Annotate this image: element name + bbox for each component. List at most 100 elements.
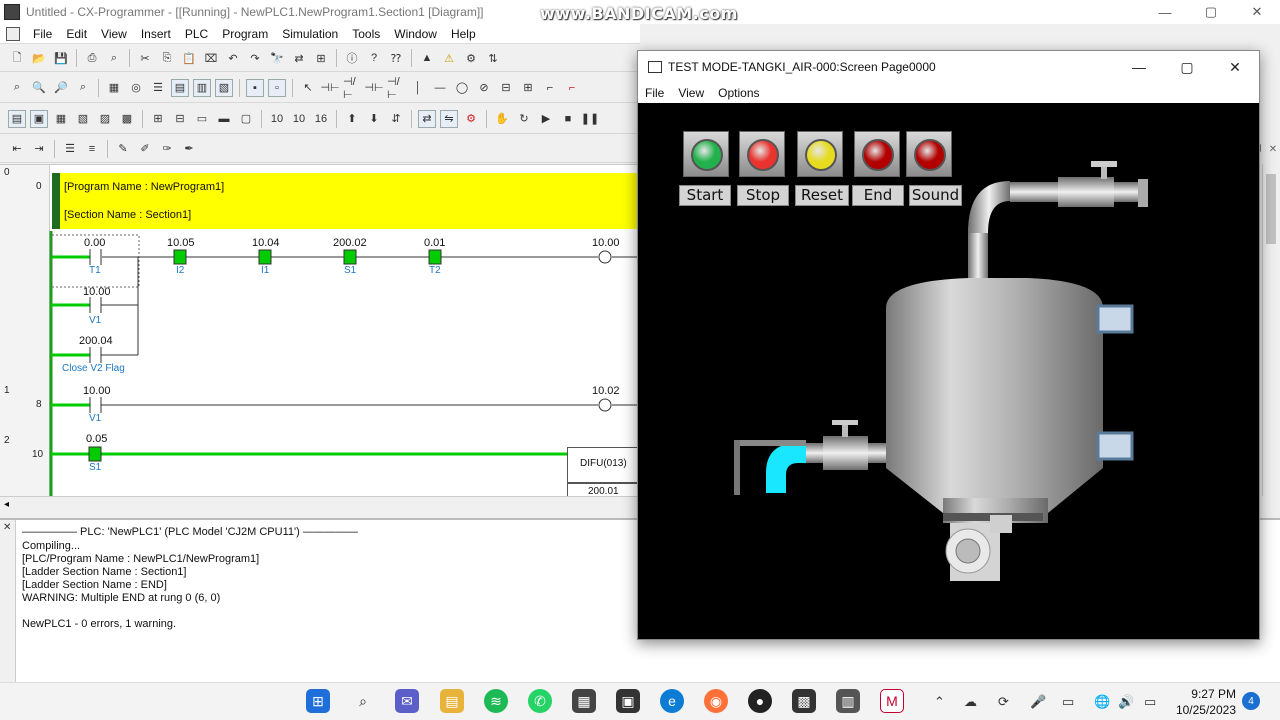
mdi-close-icon[interactable]: ✕ (1266, 142, 1280, 156)
contact-ornc-icon[interactable]: ⊣/⊢ (387, 76, 405, 101)
close-button[interactable]: ✕ (1234, 0, 1280, 24)
context-help-icon[interactable]: ⁇ (387, 49, 405, 67)
cross-reference-icon[interactable]: ⊞ (312, 49, 330, 67)
file-explorer-icon[interactable]: ▤ (440, 689, 464, 713)
ct-icon[interactable]: ▫ (268, 78, 286, 97)
select-pointer-icon[interactable]: ↖ (299, 79, 317, 97)
windows-start-icon[interactable]: ⊞ (306, 689, 330, 713)
info-icon[interactable]: ⓘ (343, 49, 361, 67)
menu-help[interactable]: Help (444, 27, 483, 41)
symbol-table-icon[interactable]: ▩ (118, 110, 136, 128)
instruction2-icon[interactable]: ⊞ (519, 79, 537, 97)
menu-plc[interactable]: PLC (178, 27, 215, 41)
indent-icon[interactable]: ⇤ (8, 140, 26, 158)
help-icon[interactable]: ? (365, 49, 383, 67)
cx-one-icon[interactable]: ▥ (836, 689, 860, 713)
firefox-icon[interactable]: ◉ (704, 689, 728, 713)
spotify-icon[interactable]: ≋ (484, 689, 508, 713)
project-workspace-icon[interactable]: ▤ (8, 109, 26, 128)
hmi-menu-options[interactable]: Options (711, 86, 766, 100)
vertical-scrollbar[interactable] (1262, 164, 1280, 496)
zoom-in-icon[interactable]: 🔍 (30, 79, 48, 97)
align-icon[interactable]: ☰ (61, 140, 79, 158)
menu-simulation[interactable]: Simulation (275, 27, 345, 41)
zoom-out-icon[interactable]: 🔎 (52, 79, 70, 97)
search-icon[interactable]: ⌕ (351, 689, 375, 713)
tool-c-icon[interactable]: ✑ (158, 140, 176, 158)
instruction-icon[interactable]: ⊟ (497, 79, 515, 97)
contact-nc-icon[interactable]: ⊣/⊢ (343, 76, 361, 101)
menu-program[interactable]: Program (215, 27, 275, 41)
save-icon[interactable]: 💾 (52, 49, 70, 67)
difu-instruction[interactable]: DIFU(013) (567, 447, 639, 483)
output-window-icon[interactable]: ▣ (30, 109, 48, 128)
horizontal-line-icon[interactable]: — (431, 79, 449, 97)
work-online-icon[interactable]: ⇄ (418, 109, 436, 128)
edge-icon[interactable]: e (660, 689, 684, 713)
warning-icon[interactable]: ⚠ (440, 49, 458, 67)
menu-file[interactable]: File (26, 27, 59, 41)
bin-10-icon[interactable]: 10 (290, 110, 308, 128)
io-table-icon[interactable]: ▧ (215, 78, 233, 97)
tool-d-icon[interactable]: ✒ (180, 140, 198, 158)
notification-badge[interactable]: 4 (1242, 692, 1260, 710)
bandicam-icon[interactable]: ● (748, 689, 772, 713)
download-icon[interactable]: ⬇ (365, 110, 383, 128)
io-icon[interactable]: ▬ (215, 110, 233, 128)
paste-icon[interactable]: 📋 (180, 49, 198, 67)
rung-icon[interactable]: ▤ (171, 78, 189, 97)
format-icon[interactable]: ≡ (83, 140, 101, 158)
menu-insert[interactable]: Insert (134, 27, 178, 41)
onedrive-icon[interactable]: ☁ (964, 694, 977, 710)
hmi-maximize-button[interactable]: ▢ (1163, 51, 1211, 83)
replace-icon[interactable]: ⇄ (290, 49, 308, 67)
simulator-settings-icon[interactable]: ⚙ (462, 110, 480, 128)
clock[interactable]: 9:27 PM 10/25/2023 (1176, 683, 1236, 718)
print-icon[interactable]: ⎙ (83, 49, 101, 67)
stop-icon[interactable]: ■ (559, 110, 577, 128)
mcafee-icon[interactable]: M (880, 689, 904, 713)
cx-designer-icon[interactable]: ▣ (616, 689, 640, 713)
comment-icon[interactable]: ◎ (127, 79, 145, 97)
ladder-diagram[interactable]: 0 0 1 8 2 10 [Program Name : NewProgram1… (0, 164, 640, 496)
minimize-button[interactable]: — (1142, 0, 1188, 24)
network-icon[interactable]: ⊟ (171, 110, 189, 128)
language-icon[interactable]: 🌐 (1094, 694, 1110, 710)
pump-icon[interactable] (945, 515, 1012, 581)
top-valve[interactable] (1058, 177, 1114, 207)
menu-edit[interactable]: Edit (59, 27, 94, 41)
find-icon[interactable]: 🔭 (268, 49, 286, 67)
monitor-icon[interactable]: ⚙ (462, 49, 480, 67)
section-icon[interactable]: ⊞ (149, 110, 167, 128)
scroll-thumb[interactable] (1266, 174, 1276, 244)
compare-icon[interactable]: ⇵ (387, 110, 405, 128)
watch-window-icon[interactable]: ▦ (52, 110, 70, 128)
tool-a-icon[interactable]: ✎ (114, 140, 132, 158)
volume-icon[interactable]: 🔊 (1118, 694, 1134, 710)
open-folder-icon[interactable]: 📂 (30, 49, 48, 67)
address-reference-icon[interactable]: ▧ (74, 110, 92, 128)
hmi-menu-file[interactable]: File (638, 86, 671, 100)
document-icon[interactable] (6, 26, 20, 41)
properties-icon[interactable]: ▨ (96, 110, 114, 128)
tool-b-icon[interactable]: ✐ (136, 140, 154, 158)
maximize-button[interactable]: ▢ (1188, 0, 1234, 24)
scroll-left-icon[interactable]: ◂ (4, 499, 9, 510)
online-icon[interactable]: ▲ (418, 49, 436, 67)
vertical-line-icon[interactable]: │ (409, 79, 427, 97)
battery-icon[interactable]: ▭ (1144, 694, 1156, 710)
line-connect-icon[interactable]: ⌐ (541, 79, 559, 97)
step-run-icon[interactable]: ↻ (515, 110, 533, 128)
hmi-menu-view[interactable]: View (671, 86, 711, 100)
memory-icon[interactable]: ▭ (193, 110, 211, 128)
inlet-valve[interactable] (823, 436, 868, 470)
breakpoint-hand-icon[interactable]: ✋ (493, 110, 511, 128)
menu-tools[interactable]: Tools (345, 27, 387, 41)
sfc-icon[interactable]: ▪ (246, 78, 264, 97)
upload-icon[interactable]: ⬆ (343, 110, 361, 128)
monitor-rung-icon[interactable]: ▥ (193, 78, 211, 97)
zoom-fit-icon[interactable]: ⌕ (8, 79, 26, 97)
print-preview-icon[interactable]: ⌕ (105, 49, 123, 67)
contact-no-icon[interactable]: ⊣⊢ (320, 79, 339, 97)
transfer-icon[interactable]: ⇅ (484, 49, 502, 67)
